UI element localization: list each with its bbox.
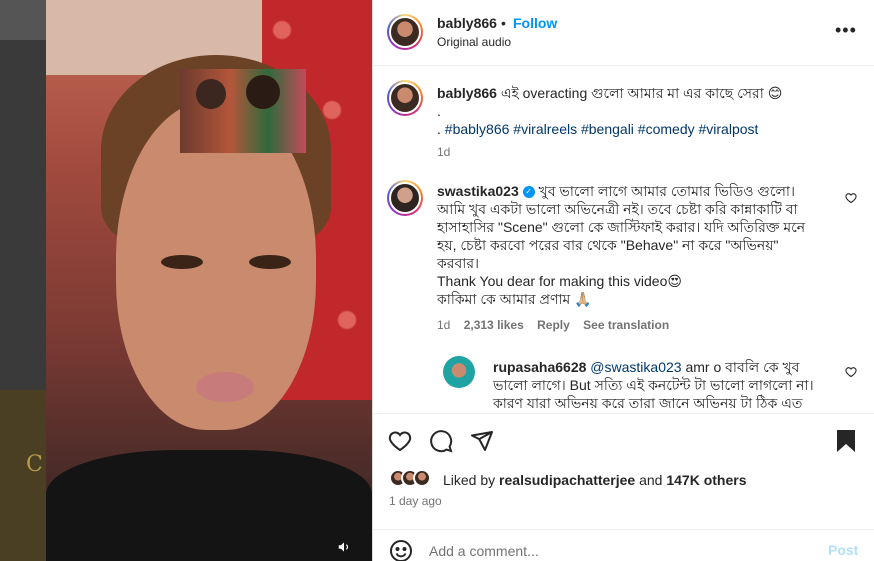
reel-video[interactable] <box>46 0 372 561</box>
comment-line: Thank You dear for making this video😍 <box>437 273 682 289</box>
header-separator: • <box>501 15 506 31</box>
comment-likes[interactable]: 2,313 likes <box>464 318 524 332</box>
backdrop-glyph: C <box>26 452 43 477</box>
comment-composer: Post <box>373 529 874 561</box>
caption-time: 1d <box>437 145 451 159</box>
comment-avatar[interactable] <box>387 180 423 216</box>
audio-link[interactable]: Original audio <box>437 35 511 49</box>
comments-list[interactable]: bably866 এই overacting গুলো আমার মা এর ক… <box>373 66 874 413</box>
reply-mention[interactable]: @swastika023 <box>590 359 681 375</box>
author-username[interactable]: bably866 <box>437 15 497 31</box>
page-backdrop: C <box>0 0 46 561</box>
bookmark-icon[interactable] <box>835 429 861 455</box>
backdrop-panel <box>0 0 46 40</box>
comment-line: খুব ভালো লাগে আমার তোমার ভিডিও গুলো। <box>538 183 795 199</box>
video-subject <box>196 372 254 402</box>
video-subject <box>249 255 291 269</box>
share-icon[interactable] <box>470 429 496 455</box>
caption-hashtags[interactable]: #bably866 #viralreels #bengali #comedy #… <box>445 121 759 137</box>
reply-line: amr o বাবলি কে খুব <box>685 359 800 375</box>
comment-body: swastika023 ✓ খুব ভালো লাগে আমার তোমার ভ… <box>437 182 847 308</box>
reply-line: ভালো লাগে। But সত্যি এই কনটেন্ট টা ভালো … <box>493 377 814 393</box>
comment-icon[interactable] <box>429 429 455 455</box>
follow-button[interactable]: Follow <box>513 15 557 31</box>
post-comment-button[interactable]: Post <box>828 542 858 558</box>
avatar <box>413 469 431 487</box>
reply-button[interactable]: Reply <box>537 318 570 332</box>
speaker-icon[interactable] <box>334 537 354 557</box>
liked-by-text: Liked by realsudipachatterjee and 147K o… <box>443 472 747 488</box>
comment-input[interactable] <box>429 540 809 561</box>
post-header: bably866 Follow • Original audio ••• <box>373 0 874 66</box>
post-time: 1 day ago <box>389 494 442 508</box>
video-inset-person <box>196 79 226 109</box>
comment-line: করবার। <box>437 255 480 271</box>
liked-by-others[interactable]: 147K others <box>666 472 746 488</box>
comment-line: কাকিমা কে আমার প্রণাম 🙏🏼 <box>437 291 592 307</box>
reply-avatar[interactable] <box>443 356 475 388</box>
reply-line: কারণ যারা অভিনয় করে তারা জানে অভিনয় টা… <box>493 395 803 411</box>
reply-body: rupasaha6628 @swastika023 amr o বাবলি কে… <box>493 358 853 412</box>
caption-text: bably866 এই overacting গুলো আমার মা এর ক… <box>437 84 857 102</box>
emoji-icon[interactable] <box>389 539 413 561</box>
caption-avatar[interactable] <box>387 80 423 116</box>
caption-body: এই overacting গুলো আমার মা এর কাছে সেরা … <box>500 85 783 101</box>
liked-by-prefix: Liked by <box>443 472 496 488</box>
video-subject <box>161 255 203 269</box>
more-icon[interactable]: ••• <box>835 20 857 41</box>
caption-tags-prefix: . <box>437 121 441 137</box>
comment-username[interactable]: swastika023 <box>437 183 519 199</box>
comment-meta: 1d 2,313 likes Reply See translation <box>437 318 669 332</box>
comment-line: আমি খুব একটা ভালো অভিনেত্রী নই। তবে চেষ্… <box>437 201 798 217</box>
backdrop-panel <box>0 40 46 390</box>
video-inset-clip <box>180 69 306 153</box>
caption-dot: . <box>437 103 441 119</box>
post-panel: bably866 Follow • Original audio ••• bab… <box>372 0 874 561</box>
liked-by-and: and <box>639 472 663 488</box>
video-inset-person <box>246 75 280 109</box>
caption-tags-line: . #bably866 #viralreels #bengali #comedy… <box>437 120 758 138</box>
heart-icon[interactable] <box>845 192 859 206</box>
comment-line: হয়, চেষ্টা করবো পরের বার থেকে "Behave" … <box>437 237 779 253</box>
heart-icon[interactable] <box>388 429 414 455</box>
comment-line: হাসাহাসির "Scene" গুলো কে জাস্টিফাই করার… <box>437 219 806 235</box>
liked-by-user[interactable]: realsudipachatterjee <box>499 472 635 488</box>
comment-time: 1d <box>437 318 451 332</box>
see-translation-button[interactable]: See translation <box>583 318 669 332</box>
post-actions: Liked by realsudipachatterjee and 147K o… <box>373 413 874 561</box>
heart-icon[interactable] <box>845 366 859 380</box>
reply-username[interactable]: rupasaha6628 <box>493 359 586 375</box>
verified-icon: ✓ <box>522 186 535 199</box>
author-avatar[interactable] <box>387 14 423 50</box>
caption-username[interactable]: bably866 <box>437 85 497 101</box>
video-subject <box>46 450 372 561</box>
